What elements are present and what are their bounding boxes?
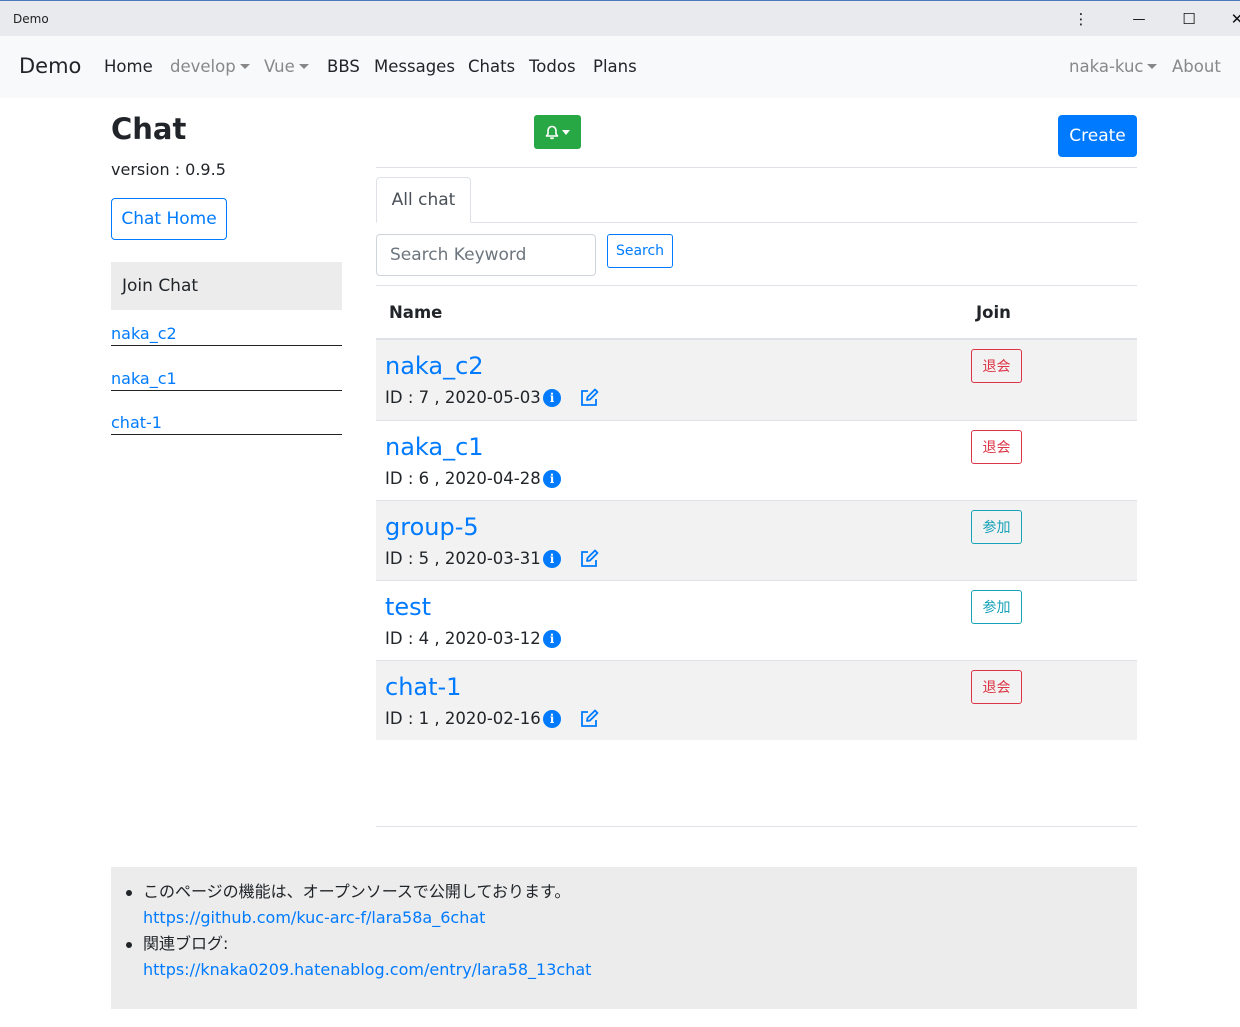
nav-develop-label: develop [170, 57, 236, 76]
chat-home-button[interactable]: Chat Home [111, 198, 227, 240]
chat-name-link[interactable]: group-5 [385, 513, 479, 541]
nav-home[interactable]: Home [104, 57, 153, 76]
blog-link[interactable]: https://knaka0209.hatenablog.com/entry/l… [143, 957, 591, 983]
column-header-join: Join [976, 303, 1011, 322]
footer-info: このページの機能は、オープンソースで公開しております。 https://gith… [111, 867, 1137, 1009]
search-button[interactable]: Search [607, 234, 673, 268]
bell-icon [545, 125, 559, 139]
window-title: Demo [13, 12, 49, 26]
nav-about[interactable]: About [1172, 57, 1221, 76]
chevron-down-icon [562, 129, 570, 135]
top-navbar: Demo Home develop Vue BBS Messages Chats… [0, 36, 1240, 98]
chat-meta: ID : 7 , 2020-05-03 [385, 388, 541, 407]
divider [376, 167, 1137, 168]
nav-todos[interactable]: Todos [529, 57, 576, 76]
chat-name-link[interactable]: chat-1 [385, 673, 461, 701]
create-button[interactable]: Create [1058, 115, 1137, 157]
leave-button[interactable]: 退会 [971, 349, 1022, 383]
chat-meta: ID : 5 , 2020-03-31 [385, 549, 541, 568]
joined-chat-link[interactable]: naka_c1 [111, 369, 342, 391]
edit-icon[interactable] [579, 549, 601, 569]
window-menu-icon[interactable]: ⋮ [1066, 7, 1096, 31]
nav-bbs[interactable]: BBS [327, 57, 360, 76]
join-button[interactable]: 参加 [971, 510, 1022, 544]
nav-messages[interactable]: Messages [374, 57, 455, 76]
leave-button[interactable]: 退会 [971, 430, 1022, 464]
info-icon[interactable]: i [543, 550, 561, 568]
chat-meta: ID : 6 , 2020-04-28 [385, 469, 541, 488]
page-title: Chat [111, 112, 187, 146]
info-icon[interactable]: i [543, 389, 561, 407]
version-text: version : 0.9.5 [111, 160, 226, 179]
chat-name-link[interactable]: naka_c1 [385, 433, 484, 461]
table-row: chat-1 ID : 1 , 2020-02-16 i 退会 [376, 660, 1137, 740]
table-row: test ID : 4 , 2020-03-12 i 参加 [376, 580, 1137, 660]
info-icon[interactable]: i [543, 710, 561, 728]
table-row: group-5 ID : 5 , 2020-03-31 i 参加 [376, 500, 1137, 580]
maximize-icon[interactable]: ☐ [1174, 7, 1204, 31]
search-input[interactable] [376, 234, 596, 276]
footer-text: このページの機能は、オープンソースで公開しております。 [143, 882, 571, 901]
chat-name-link[interactable]: test [385, 593, 431, 621]
github-link[interactable]: https://github.com/kuc-arc-f/lara58a_6ch… [143, 905, 591, 931]
nav-chats[interactable]: Chats [468, 57, 515, 76]
minimize-icon[interactable]: — [1124, 7, 1154, 31]
join-button[interactable]: 参加 [971, 590, 1022, 624]
table-row: naka_c1 ID : 6 , 2020-04-28 i 退会 [376, 420, 1137, 500]
info-icon[interactable]: i [543, 630, 561, 648]
navbar-brand[interactable]: Demo [19, 54, 81, 78]
table-row: naka_c2 ID : 7 , 2020-05-03 i 退会 [376, 340, 1137, 420]
close-icon[interactable]: ✕ [1222, 7, 1240, 31]
join-chat-header: Join Chat [111, 262, 342, 310]
nav-vue-label: Vue [264, 57, 295, 76]
nav-develop[interactable]: develop [170, 57, 250, 76]
chat-meta: ID : 1 , 2020-02-16 [385, 709, 541, 728]
list-item: このページの機能は、オープンソースで公開しております。 https://gith… [125, 879, 591, 931]
nav-vue[interactable]: Vue [264, 57, 309, 76]
chat-meta: ID : 4 , 2020-03-12 [385, 629, 541, 648]
chevron-down-icon [239, 63, 250, 69]
notification-dropdown-button[interactable] [534, 115, 581, 149]
chat-name-link[interactable]: naka_c2 [385, 352, 484, 380]
nav-plans[interactable]: Plans [593, 57, 637, 76]
joined-chat-link[interactable]: naka_c2 [111, 324, 342, 346]
divider [376, 285, 1137, 286]
tabs-border [376, 222, 1137, 223]
joined-chat-link[interactable]: chat-1 [111, 413, 342, 435]
info-icon[interactable]: i [543, 470, 561, 488]
chevron-down-icon [298, 63, 309, 69]
nav-user-menu[interactable]: naka-kuc [1069, 57, 1158, 76]
list-item: 関連ブログ: https://knaka0209.hatenablog.com/… [125, 931, 591, 983]
nav-user-label: naka-kuc [1069, 57, 1144, 76]
column-header-name: Name [389, 303, 443, 322]
window-titlebar: Demo ⋮ — ☐ ✕ [0, 0, 1240, 36]
divider [376, 826, 1137, 827]
chevron-down-icon [1147, 63, 1158, 69]
footer-list: このページの機能は、オープンソースで公開しております。 https://gith… [125, 879, 591, 983]
edit-icon[interactable] [579, 388, 601, 408]
footer-text: 関連ブログ: [143, 934, 229, 953]
leave-button[interactable]: 退会 [971, 670, 1022, 704]
tab-all-chat[interactable]: All chat [376, 177, 471, 223]
edit-icon[interactable] [579, 709, 601, 729]
